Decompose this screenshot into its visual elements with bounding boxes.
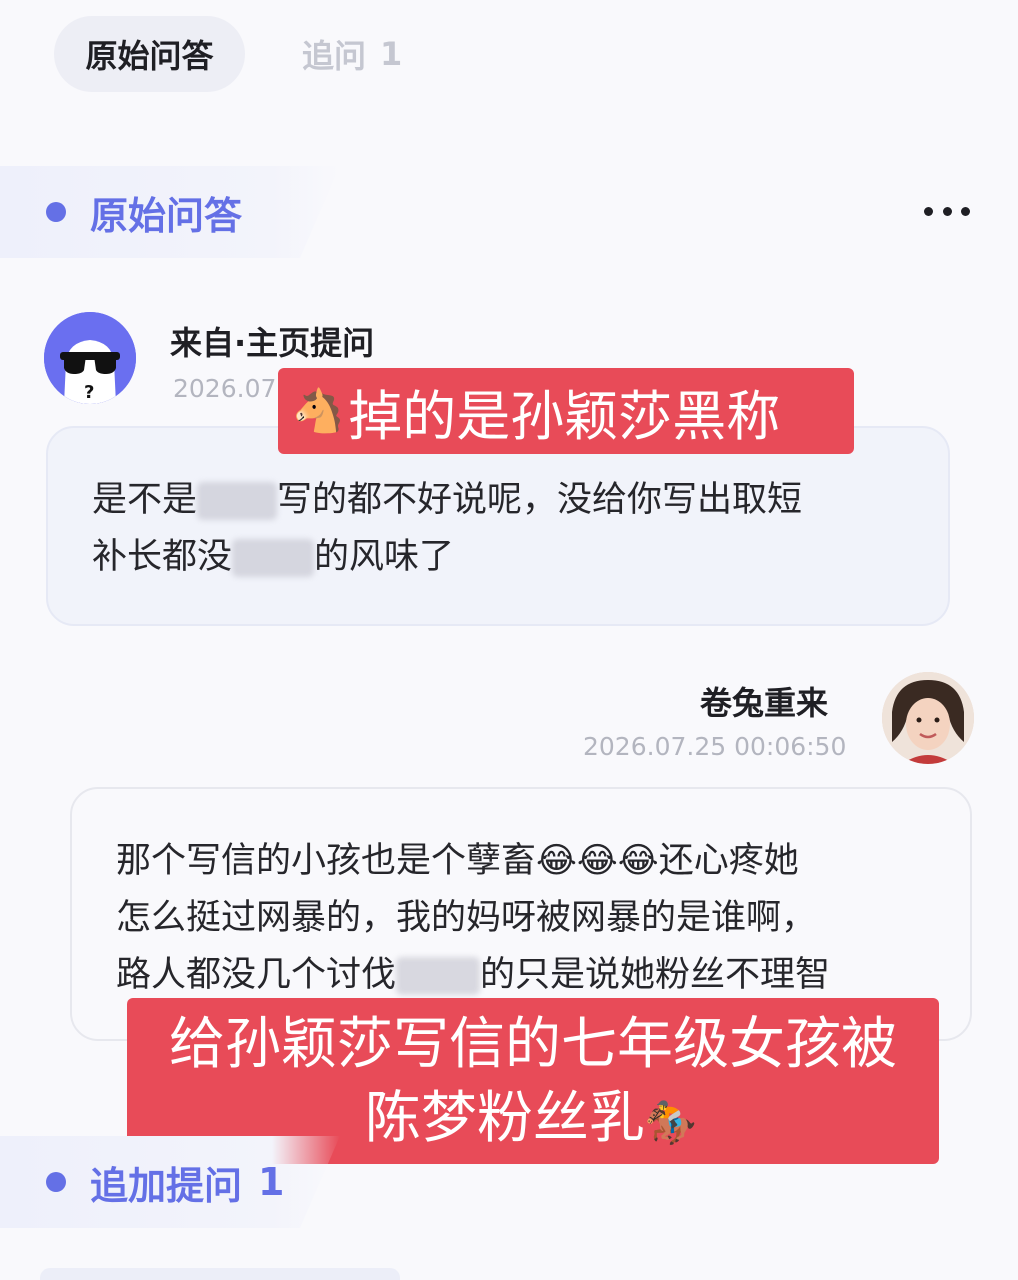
answer-line-3-start: 路人都没几个讨伐 <box>116 955 397 995</box>
answer-line-2: 怎么挺过网暴的，我的妈呀被网暴的是谁啊， <box>116 898 817 938</box>
caption-top-text: 掉的是孙颖莎黑称 <box>348 384 781 448</box>
tab-followup-label: 追问 <box>302 37 367 75</box>
question-source: 来自·主页提问 <box>170 324 375 362</box>
question-time: 2026.07 <box>173 374 277 403</box>
horse-racing-icon: 🏇 <box>644 1098 698 1147</box>
next-card-edge <box>40 1268 400 1280</box>
answer-line-1: 那个写信的小孩也是个孽畜😂😂😂还心疼她 <box>116 841 799 881</box>
sunglasses-avatar-icon: ? <box>44 312 136 404</box>
question-bubble: 是不是 写的都不好说呢，没给你写出取短 补长都没 的风味了 <box>46 426 950 626</box>
section-original-label: 原始问答 <box>90 193 243 238</box>
answer-line-3-end: 的只是说她粉丝不理智 <box>480 955 831 995</box>
question-line-1-end: 写的都不好说呢，没给你写出取短 <box>277 480 803 520</box>
profile-photo <box>882 672 974 764</box>
svg-text:?: ? <box>84 382 94 403</box>
question-line-2-start: 补长都没 <box>92 537 233 577</box>
question-line-1-start: 是不是 <box>92 480 198 520</box>
answerer-name[interactable]: 卷兔重来 <box>700 678 828 724</box>
blurred-text <box>232 539 315 577</box>
tab-followup-count: 1 <box>380 35 403 73</box>
more-dots-icon[interactable] <box>924 196 970 226</box>
question-line-2-end: 的风味了 <box>314 537 455 577</box>
tab-bar: 原始问答 追问 1 <box>0 0 1018 110</box>
section-dot-icon <box>46 202 66 222</box>
tab-followup[interactable]: 追问 1 <box>302 16 402 92</box>
question-line-2: 补长都没 的风味了 <box>92 529 454 586</box>
section-followup-count: 1 <box>258 1160 285 1204</box>
blurred-text <box>197 482 278 520</box>
answer-line-3: 路人都没几个讨伐 的只是说她粉丝不理智 <box>116 947 830 1004</box>
section-original-title: 原始问答 <box>46 186 242 238</box>
asker-avatar[interactable]: ? <box>44 312 136 404</box>
section-followup-label: 追加提问 <box>90 1163 243 1208</box>
answer-time: 2026.07.25 00:06:50 <box>583 732 847 761</box>
section-followup-title[interactable]: 追加提问 1 <box>46 1156 284 1208</box>
question-line-1: 是不是 写的都不好说呢，没给你写出取短 <box>92 472 802 529</box>
blurred-text <box>396 957 481 995</box>
answerer-avatar[interactable] <box>882 672 974 764</box>
tab-original-qa[interactable]: 原始问答 <box>54 16 245 92</box>
section-dot-icon <box>46 1172 66 1192</box>
caption-bottom-line-1: 给孙颖莎写信的七年级女孩被 <box>169 1012 897 1077</box>
horse-face-icon: 🐴 <box>292 386 345 435</box>
overlay-caption-top: 🐴 掉的是孙颖莎黑称 <box>278 368 854 454</box>
caption-bottom-line-2-text: 陈梦粉丝乳 <box>364 1086 645 1151</box>
